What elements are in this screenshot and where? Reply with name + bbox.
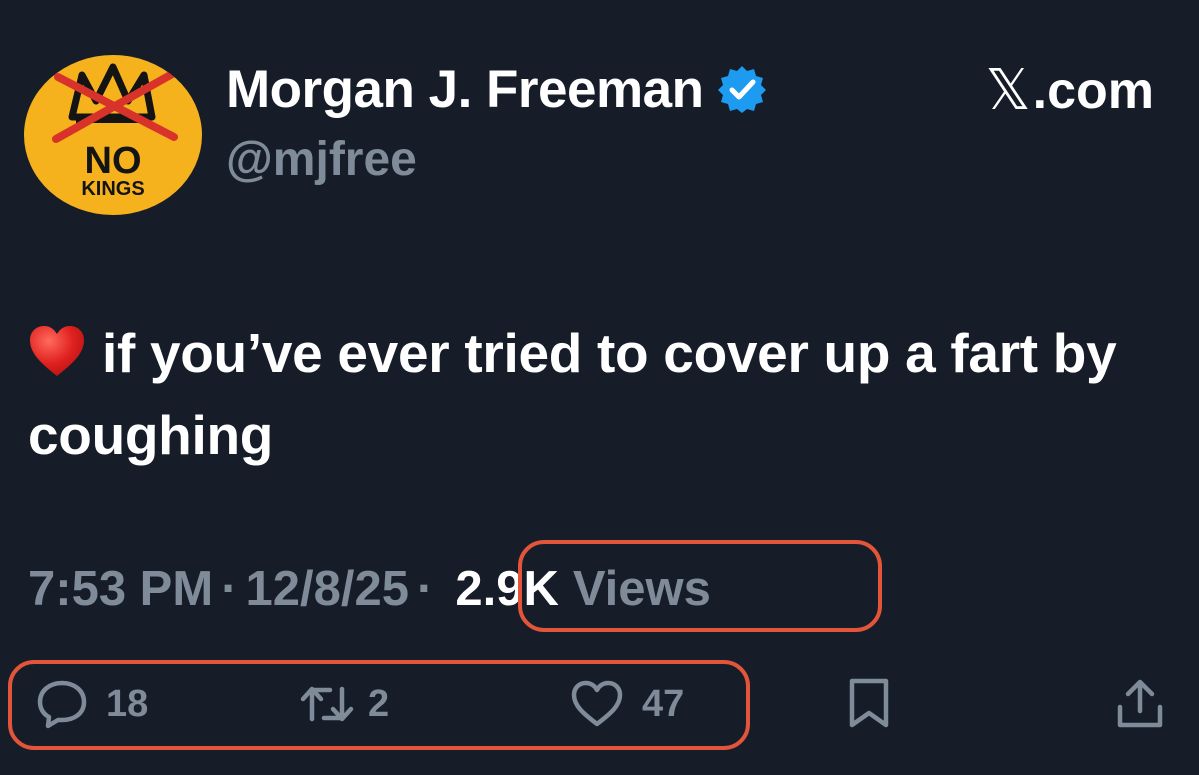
repost-button[interactable]: 2 xyxy=(298,678,389,730)
red-heart-emoji-icon xyxy=(28,318,86,376)
no-kings-logo: NO KINGS xyxy=(52,63,178,200)
avatar-kings-text: KINGS xyxy=(81,178,144,200)
tweet-time[interactable]: 7:53 PM xyxy=(28,561,213,617)
share-icon xyxy=(1117,679,1163,728)
share-button[interactable] xyxy=(1114,678,1166,730)
tweet-text: if you’ve ever tried to cover up a fart … xyxy=(28,312,1158,476)
bookmark-button[interactable] xyxy=(846,678,892,730)
tweet-date[interactable]: 12/8/25 xyxy=(246,561,410,617)
like-button[interactable]: 47 xyxy=(570,678,684,730)
like-count: 47 xyxy=(642,682,685,725)
avatar-no-text: NO xyxy=(85,140,142,182)
tweet-body: if you’ve ever tried to cover up a fart … xyxy=(28,322,1117,466)
repost-count: 2 xyxy=(368,682,390,725)
meta-separator-2: · xyxy=(417,562,434,616)
author-handle[interactable]: @mjfree xyxy=(226,132,417,187)
reply-button[interactable]: 18 xyxy=(36,678,148,730)
author-display-name[interactable]: Morgan J. Freeman xyxy=(226,59,704,120)
views-highlight-outline xyxy=(518,540,882,632)
heart-outline-icon xyxy=(571,680,623,727)
x-logo-icon: 𝕏 xyxy=(985,58,1031,123)
avatar[interactable]: NO KINGS xyxy=(24,55,202,215)
meta-separator: · xyxy=(221,562,238,616)
x-com-brand: 𝕏 .com xyxy=(986,58,1155,123)
author-name-row: Morgan J. Freeman xyxy=(226,58,767,120)
reply-icon xyxy=(37,680,87,729)
bookmark-icon xyxy=(849,678,889,728)
repost-icon xyxy=(300,686,354,722)
brand-suffix: .com xyxy=(1032,61,1154,120)
reply-count: 18 xyxy=(106,682,149,725)
verified-badge-icon[interactable] xyxy=(717,64,767,114)
